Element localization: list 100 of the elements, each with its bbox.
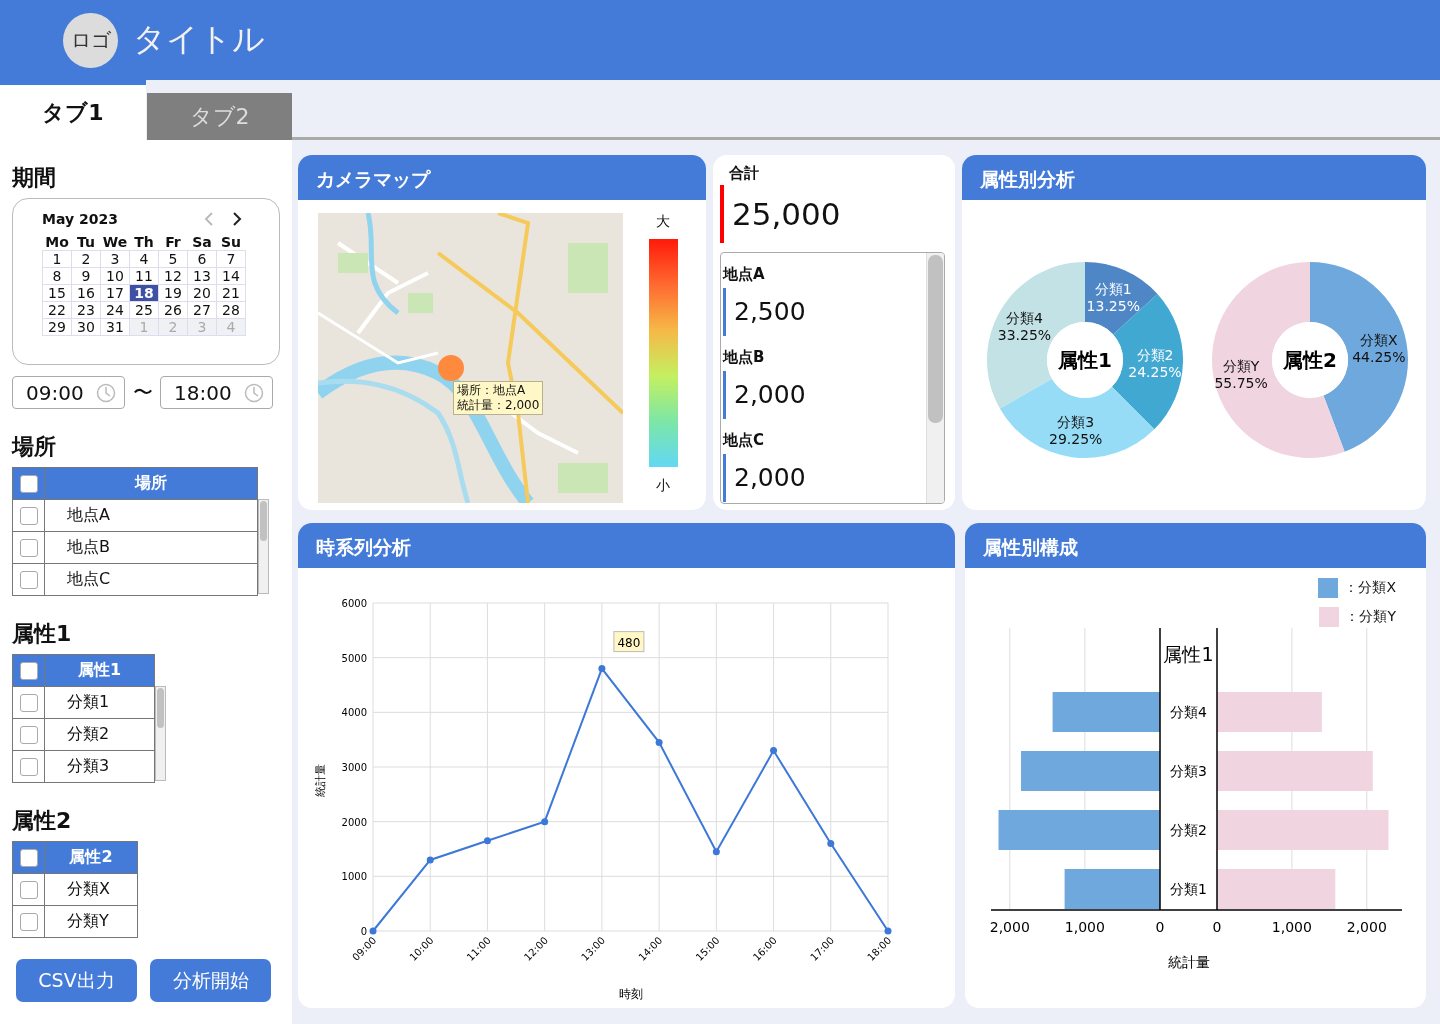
axis-tick-label: 5000 [341,652,367,664]
calendar-day[interactable]: 15 [42,284,72,302]
calendar-day[interactable]: 12 [158,267,188,285]
axis-tick-label: 0 [1212,919,1222,935]
calendar-day[interactable]: 4 [129,250,159,268]
clock-icon [243,382,264,403]
calendar-day[interactable]: 11 [129,267,159,285]
value-label: 480 [613,631,645,653]
calendar-day[interactable]: 19 [158,284,188,302]
card-title: カメラマップ [316,166,430,192]
weekday-label: Su [220,235,242,250]
data-point [655,738,663,746]
calendar-day[interactable]: 25 [129,301,159,319]
calendar-day[interactable]: 2 [71,250,101,268]
clock-icon [95,382,116,403]
logo: ロゴ [63,12,118,68]
data-point [770,747,778,755]
calendar-day[interactable]: 8 [42,267,72,285]
calendar-day[interactable]: 3 [100,250,130,268]
chevron-right-icon[interactable] [232,212,242,226]
total-label: 合計 [729,164,759,183]
calendar-day[interactable]: 16 [71,284,101,302]
action-button[interactable]: 分析開始 [150,959,271,1002]
checkbox[interactable] [19,538,38,557]
select-all-checkbox[interactable] [19,474,38,493]
card-title: 属性別分析 [980,166,1075,192]
data-point [598,665,606,673]
card-title: 時系列分析 [316,534,411,560]
calendar-day[interactable]: 5 [158,250,188,268]
data-point [712,848,720,856]
slice-label: 分類Y 55.75% [1214,357,1268,391]
calendar-day[interactable]: 9 [71,267,101,285]
axis-tick-label: 2000 [341,816,367,828]
scrollbar[interactable] [155,686,166,781]
calendar-day[interactable]: 13 [187,267,217,285]
axis-title: 統計量 [314,763,327,797]
calendar-day[interactable]: 26 [158,301,188,319]
chart-title: 属性1 [1163,643,1214,665]
scrollbar[interactable] [258,499,269,594]
calendar-day[interactable]: 10 [100,267,130,285]
calendar-day[interactable]: 24 [100,301,130,319]
calendar-day[interactable]: 20 [187,284,217,302]
calendar-month: May 2023 [42,211,118,227]
axis-tick-label: 2,000 [989,919,1030,935]
weekday-label: Th [134,235,154,250]
data-point [827,840,835,848]
checkbox[interactable] [19,506,38,525]
calendar-day[interactable]: 14 [216,267,246,285]
column-header: 属性1 [45,655,155,686]
data-point [884,927,892,935]
axis-title: 統計量 [1167,954,1210,970]
category-label: 分類1 [1170,881,1207,897]
calendar-day[interactable]: 6 [187,250,217,268]
slice-label: 分類1 13.25% [1086,281,1140,314]
slice-label: 分類3 29.25% [1049,414,1103,448]
select-all-checkbox[interactable] [19,661,38,680]
checkbox[interactable] [19,693,38,712]
time-field[interactable]: 09:00 [12,376,125,409]
calendar-day[interactable]: 21 [216,284,246,302]
column-header: 属性2 [45,842,138,873]
location-name: 地点A [723,265,765,284]
calendar-day[interactable]: 7 [216,250,246,268]
app-title: タイトル [133,19,265,60]
calendar-day[interactable]: 1 [42,250,72,268]
calendar-day[interactable]: 28 [216,301,246,319]
axis-tick-label: 1,000 [1271,919,1312,935]
chart-center-label: 属性2 [1283,348,1337,372]
tab[interactable]: タブ1 [0,80,146,140]
slice-label: 分類4 33.25% [997,309,1052,343]
checkbox[interactable] [19,880,38,899]
weekday-label: Fr [165,235,181,250]
weekday-label: Sa [192,235,212,250]
checkbox[interactable] [19,757,38,776]
slice-label: 分類X 44.25% [1352,332,1406,366]
scrollbar[interactable] [926,253,944,503]
axis-tick-label: 0 [1155,919,1165,935]
category-label: 分類3 [1170,763,1207,779]
column-header: 場所 [45,468,258,499]
location-name: 地点B [723,348,765,367]
calendar-day[interactable]: 17 [100,284,130,302]
calendar-day[interactable]: 27 [187,301,217,319]
table-cell: 分類Y [45,906,138,937]
calendar-day[interactable]: 31 [100,318,130,336]
calendar-day[interactable]: 29 [42,318,72,336]
calendar-day[interactable]: 30 [71,318,101,336]
checkbox[interactable] [19,725,38,744]
axis-tick-label: 3000 [341,762,367,773]
data-point [541,818,549,826]
legend-label: ：分類X [1344,579,1396,597]
calendar-day[interactable]: 22 [42,301,72,319]
calendar-day[interactable]: 23 [71,301,101,319]
data-point [369,927,377,935]
action-button[interactable]: CSV出力 [16,959,137,1002]
scale-label: 大 [656,213,670,231]
checkbox[interactable] [19,570,38,589]
time-field[interactable]: 18:00 [160,376,273,409]
select-all-checkbox[interactable] [19,848,38,867]
axis-tick-label: 4000 [341,707,367,719]
checkbox[interactable] [19,912,38,931]
slice-label: 分類2 24.25% [1128,346,1182,380]
